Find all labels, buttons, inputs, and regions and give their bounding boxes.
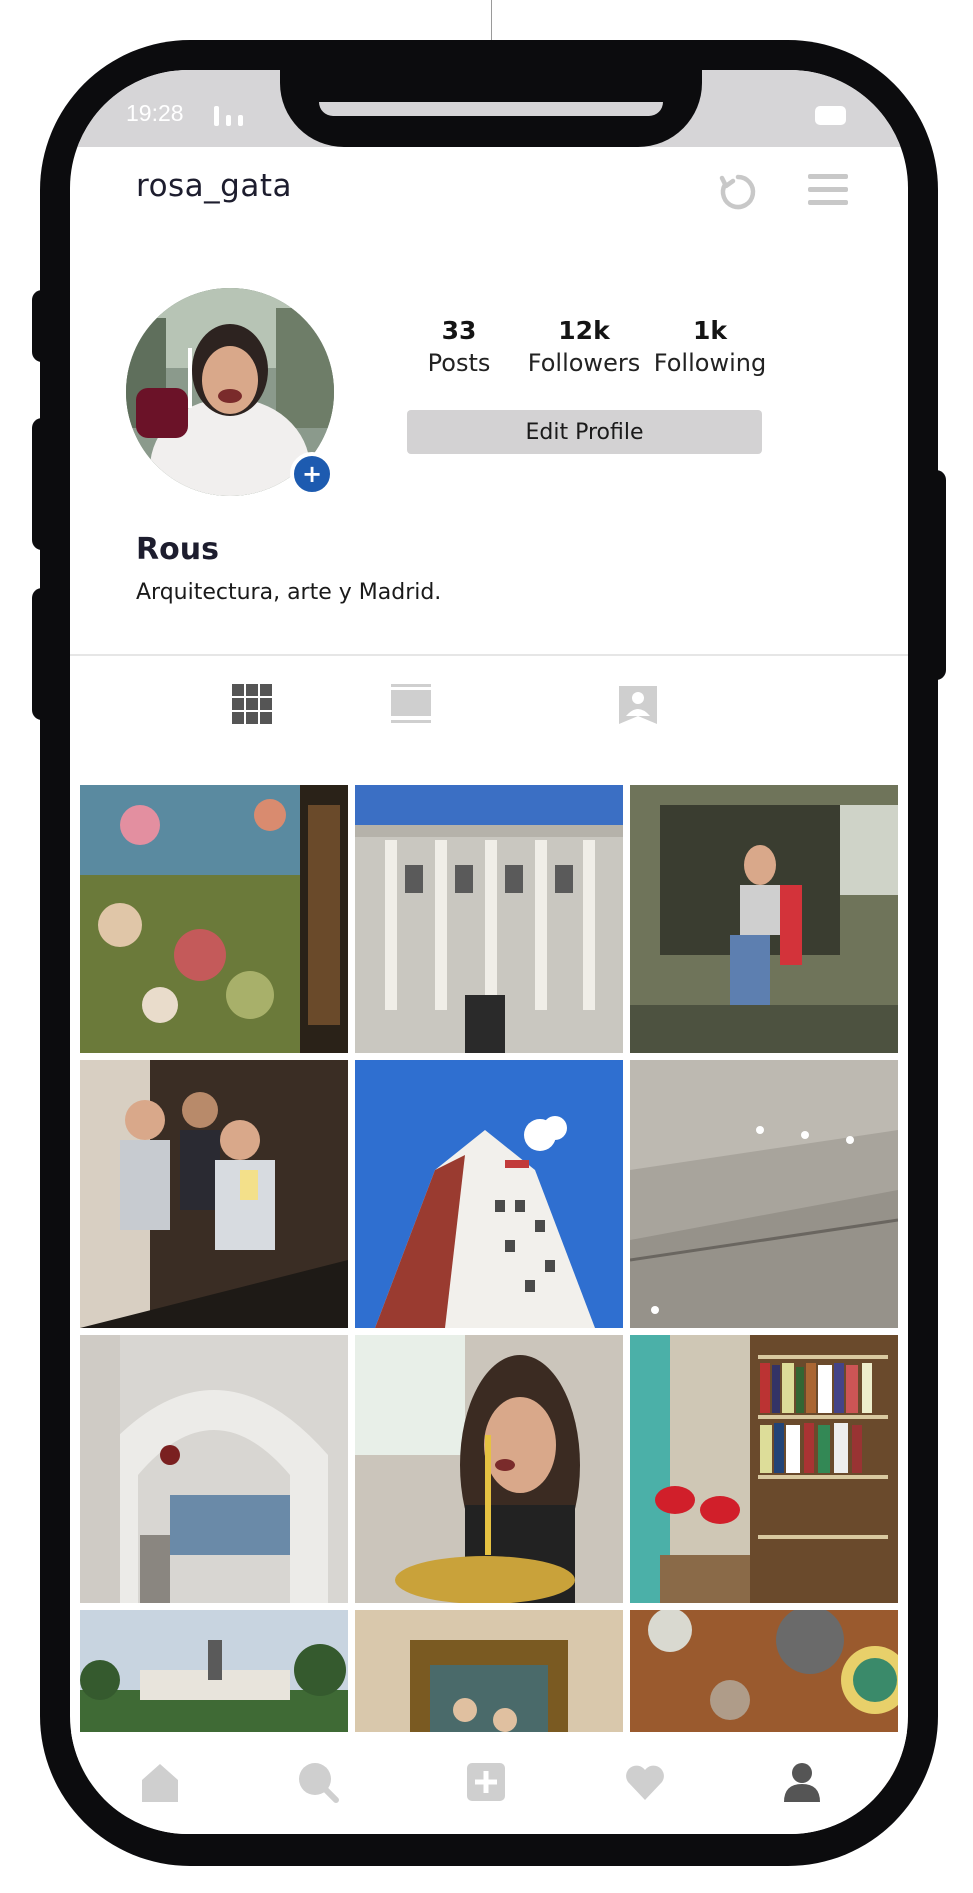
home-icon[interactable] [138,1760,182,1804]
search-icon[interactable] [296,1760,340,1804]
grid-icon[interactable] [230,682,274,726]
status-time: 19:28 [126,100,184,126]
refresh-icon[interactable] [718,172,758,212]
volume-down-button [32,588,74,720]
tagged-icon[interactable] [616,682,660,726]
display-name: Rous [136,532,219,567]
add-story-button[interactable]: + [290,452,334,496]
profile-avatar[interactable]: + [126,288,334,496]
stat-following-label: Following [653,349,767,377]
phone-screen: 19:28 rosa_gata + 33 Posts 12k Followers… [70,70,908,1834]
battery-icon [815,106,846,125]
post-thumbnail[interactable] [355,785,623,1053]
stat-following-value: 1k [692,316,728,345]
post-thumbnail[interactable] [630,1335,898,1603]
speaker-grille [319,102,663,116]
menu-icon[interactable] [808,174,848,206]
volume-up-button [32,418,74,550]
edit-profile-button[interactable]: Edit Profile [407,410,762,454]
power-button [904,470,946,680]
post-thumbnail[interactable] [80,785,348,1053]
post-thumbnail[interactable] [630,785,898,1053]
silent-switch [32,290,74,362]
stat-following[interactable]: 1k Following [635,316,785,377]
profile-username: rosa_gata [136,168,293,204]
heart-icon[interactable] [623,1760,667,1804]
post-thumbnail[interactable] [355,1060,623,1328]
tab-divider [70,654,908,656]
post-thumbnail[interactable] [355,1335,623,1603]
feed-icon[interactable] [389,682,433,726]
bottom-nav [70,1732,908,1834]
post-thumbnail[interactable] [80,1060,348,1328]
profile-bio: Arquitectura, arte y Madrid. [136,580,442,605]
posts-grid [80,785,898,1795]
signal-icon [214,106,246,126]
add-icon[interactable] [464,1760,508,1804]
profile-icon[interactable] [780,1760,824,1804]
post-thumbnail[interactable] [80,1335,348,1603]
post-thumbnail[interactable] [630,1060,898,1328]
